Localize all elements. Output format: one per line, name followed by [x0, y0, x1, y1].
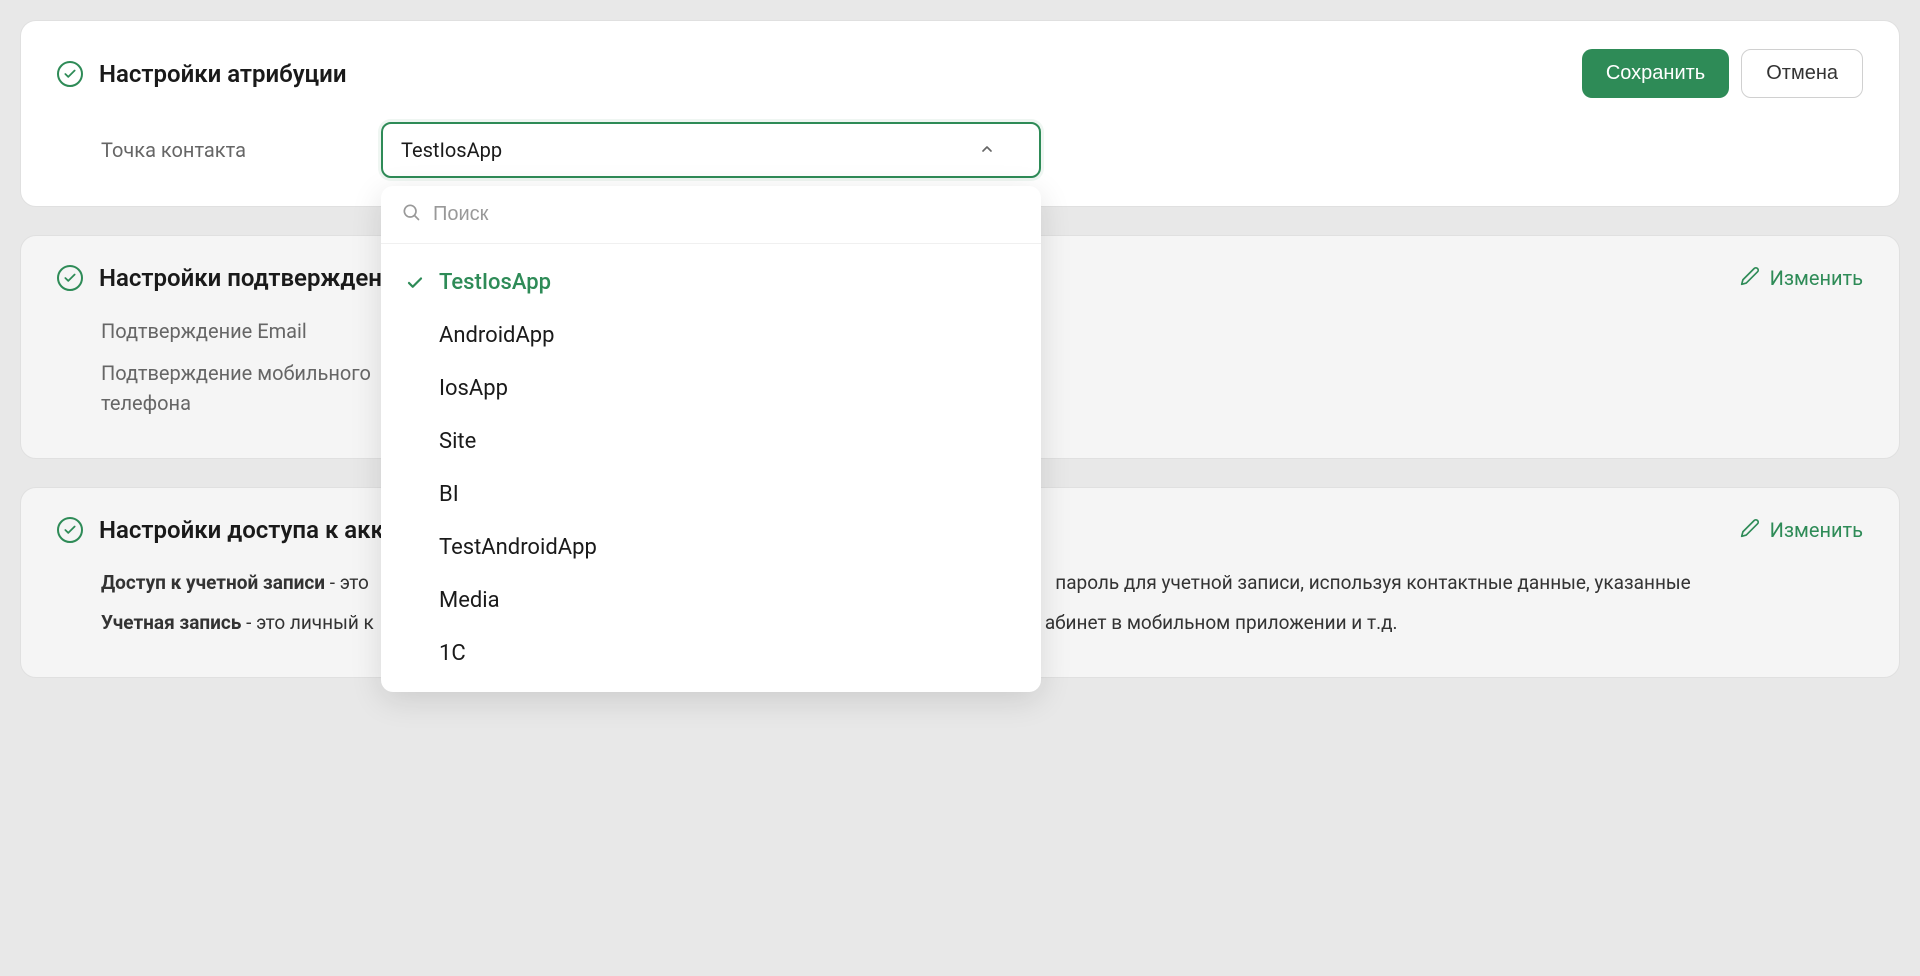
dropdown-search-input[interactable] — [433, 203, 1021, 226]
dropdown-option[interactable]: Media — [381, 574, 1041, 627]
dropdown-option[interactable]: BI — [381, 468, 1041, 521]
edit-label: Изменить — [1770, 266, 1863, 290]
check-icon — [405, 274, 425, 292]
dropdown-option-label: TestAndroidApp — [439, 535, 597, 560]
card-title-wrap: Настройки доступа к акк — [57, 516, 384, 544]
card-title-wrap: Настройки подтвержден — [57, 264, 382, 292]
check-circle-icon — [57, 265, 83, 291]
dropdown-option-label: AndroidApp — [439, 323, 555, 348]
confirmation-row: Подтверждение мобильного телефона — [101, 358, 381, 418]
desc-text-part: - это личный к — [241, 611, 373, 634]
dropdown-option[interactable]: TestAndroidApp — [381, 521, 1041, 574]
contact-point-dropdown: TestIosApp AndroidApp IosApp Site BI TestAndr… — [381, 186, 1041, 692]
desc-text-part: пароль для учетной записи, используя кон… — [1051, 571, 1691, 594]
desc-text-part: абинет в мобильном приложении и т.д. — [1045, 611, 1398, 634]
edit-button[interactable]: Изменить — [1740, 518, 1863, 543]
dropdown-option[interactable]: 1C — [381, 627, 1041, 680]
card-title-wrap: Настройки атрибуции — [57, 60, 347, 88]
contact-point-select[interactable]: TestIosApp — [381, 122, 1041, 178]
dropdown-option-label: BI — [439, 482, 459, 507]
card-title: Настройки атрибуции — [99, 60, 347, 88]
selected-value: TestIosApp — [401, 138, 502, 162]
dropdown-option-label: Site — [439, 429, 476, 454]
card-header: Настройки атрибуции Сохранить Отмена — [57, 49, 1863, 98]
check-circle-icon — [57, 517, 83, 543]
cancel-button[interactable]: Отмена — [1741, 49, 1863, 98]
contact-point-row: Точка контакта TestIosApp TestIosAppAndr… — [57, 122, 1863, 178]
card-title: Настройки подтвержден — [99, 264, 382, 292]
chevron-up-icon — [979, 138, 995, 162]
attribution-settings-card: Настройки атрибуции Сохранить Отмена Точ… — [20, 20, 1900, 207]
edit-button[interactable]: Изменить — [1740, 266, 1863, 291]
search-icon — [401, 202, 421, 227]
card-title: Настройки доступа к акк — [99, 516, 384, 544]
dropdown-option[interactable]: AndroidApp — [381, 309, 1041, 362]
pencil-icon — [1740, 518, 1760, 543]
edit-label: Изменить — [1770, 518, 1863, 542]
desc-bold: Доступ к учетной записи — [101, 571, 325, 594]
save-button[interactable]: Сохранить — [1582, 49, 1729, 98]
contact-point-select-wrap: TestIosApp TestIosAppAndroidAppIosAppSit… — [381, 122, 1041, 178]
desc-text-part: - это — [325, 571, 369, 594]
dropdown-option-label: IosApp — [439, 376, 508, 401]
dropdown-option-label: 1C — [439, 641, 466, 666]
card-actions: Сохранить Отмена — [1582, 49, 1863, 98]
desc-bold: Учетная запись — [101, 611, 241, 634]
dropdown-option[interactable]: Site — [381, 415, 1041, 468]
dropdown-option[interactable]: IosApp — [381, 362, 1041, 415]
dropdown-list[interactable]: TestIosApp AndroidApp IosApp Site BI TestAndr… — [381, 244, 1041, 692]
contact-point-label: Точка контакта — [101, 138, 321, 162]
dropdown-search-row — [381, 186, 1041, 244]
check-circle-icon — [57, 61, 83, 87]
pencil-icon — [1740, 266, 1760, 291]
dropdown-option-label: TestIosApp — [439, 270, 551, 295]
dropdown-option[interactable]: TestIosApp — [381, 256, 1041, 309]
dropdown-option-label: Media — [439, 588, 500, 613]
